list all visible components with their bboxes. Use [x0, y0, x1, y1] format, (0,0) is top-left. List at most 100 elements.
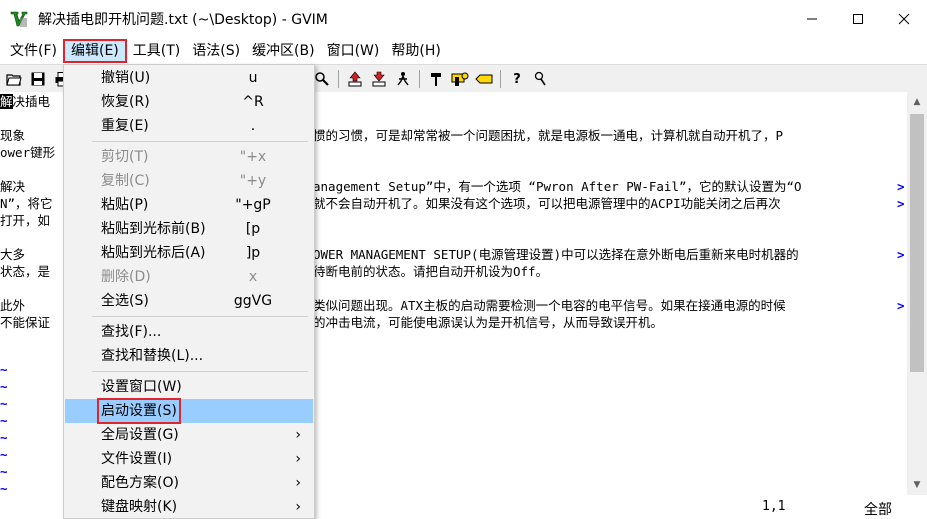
text-line: 不能保证	[0, 314, 50, 331]
menu-help[interactable]: 帮助(H)	[385, 39, 446, 63]
empty-line-tilde: ~	[0, 362, 8, 377]
menu-item-shortcut: ggVG	[233, 293, 273, 309]
line-wrap-marker: >	[897, 298, 905, 313]
line-start-text: 此外	[0, 298, 26, 313]
submenu-arrow-icon: ›	[295, 427, 301, 443]
scroll-thumb[interactable]	[910, 114, 924, 372]
edit-menu-item-20[interactable]: 键盘映射(K) ›	[65, 495, 313, 519]
edit-menu-item-8[interactable]: 粘贴到光标后(A)]p	[65, 241, 313, 265]
line-rest-text: 类似问题出现。ATX主板的启动需要检测一个电容的电平信号。如果在接通电源的时候	[313, 298, 786, 313]
menu-item-shortcut: x	[248, 269, 258, 285]
help-button[interactable]: ?	[507, 69, 527, 89]
empty-line-tilde: ~	[0, 379, 8, 394]
edit-menu-item-2[interactable]: 重复(E).	[65, 114, 313, 138]
window-controls	[789, 0, 927, 38]
menu-item-shortcut: ]p	[245, 245, 261, 261]
menu-item-shortcut: [p	[245, 221, 261, 237]
window-title: 解决插电即开机问题.txt (~\Desktop) - GVIM	[38, 12, 328, 28]
menu-item-label: 撤销(U)	[101, 70, 151, 86]
submenu-arrow-icon: ›	[295, 499, 301, 515]
ctags-icon	[475, 74, 493, 84]
edit-menu-dropdown: 撤销(U) u 恢复(R) ^R 重复(E). 剪切(T) "+x 复制(C) "+y 粘贴(P)…	[63, 64, 315, 519]
text-line: 状态，是	[0, 263, 50, 280]
menu-item-label: 查找(F)...	[101, 324, 162, 340]
menu-item-label: 键盘映射(K)	[101, 499, 178, 515]
toolbar-separator	[338, 70, 339, 88]
menu-buffers[interactable]: 缓冲区(B)	[246, 39, 321, 63]
line-start-text: 决插电	[12, 94, 51, 109]
menu-item-shortcut: "+x	[239, 149, 267, 165]
edit-menu-item-17[interactable]: 全局设置(G) ›	[65, 423, 313, 447]
menu-item-label: 全局设置(G)	[101, 427, 179, 443]
line-start-text: ower键形	[0, 145, 56, 160]
edit-menu-item-7[interactable]: 粘贴到光标前(B) [p	[65, 217, 313, 241]
cursor-position: 1,1	[762, 499, 786, 514]
edit-menu-item-12[interactable]: 查找(F)...	[65, 320, 313, 344]
edit-menu-item-15[interactable]: 设置窗口(W)	[65, 375, 313, 399]
ctags-button[interactable]	[474, 69, 494, 89]
menu-window[interactable]: 窗口(W)	[321, 39, 386, 63]
empty-line-tilde: ~	[0, 430, 8, 445]
menu-item-label: 配色方案(O)	[101, 475, 179, 491]
save-session-icon	[372, 71, 386, 87]
text-line: 打开，如	[0, 212, 50, 229]
load-session-button[interactable]	[345, 69, 365, 89]
empty-line-tilde: ~	[0, 447, 8, 462]
open-button[interactable]	[4, 69, 24, 89]
menu-item-shortcut: u	[248, 70, 258, 86]
title-bar[interactable]: 解决插电即开机问题.txt (~\Desktop) - GVIM	[0, 0, 927, 38]
save-button[interactable]	[28, 69, 48, 89]
toolbar-separator	[500, 70, 501, 88]
menu-separator	[92, 371, 308, 372]
menu-edit[interactable]: 编辑(E)	[62, 39, 127, 63]
text-line: N”，将它	[0, 195, 53, 212]
menu-item-startup-settings[interactable]: 启动设置(S)	[65, 398, 313, 424]
line-wrap-marker: >	[897, 247, 905, 262]
find-help-button[interactable]	[531, 69, 551, 89]
text-line: 此外	[0, 297, 25, 314]
scroll-up-arrow-icon[interactable]: ▲	[907, 92, 927, 112]
run-script-button[interactable]	[393, 69, 413, 89]
close-button[interactable]	[881, 0, 927, 38]
close-icon	[898, 13, 910, 25]
edit-menu-item-10[interactable]: 全选(S) ggVG	[65, 289, 313, 313]
edit-menu-item-6[interactable]: 粘贴(P) "+gP	[65, 193, 313, 217]
menu-item-label: 文件设置(I)	[101, 451, 173, 467]
menu-tools[interactable]: 工具(T)	[127, 39, 186, 63]
line-start-text: 不能保证	[0, 315, 51, 330]
find-button[interactable]	[312, 69, 332, 89]
menu-item-label: 粘贴(P)	[101, 197, 149, 213]
save-session-button[interactable]	[369, 69, 389, 89]
menu-item-label: 设置窗口(W)	[101, 379, 182, 395]
edit-menu-item-18[interactable]: 文件设置(I) ›	[65, 447, 313, 471]
menu-item-label: 启动设置(S)	[97, 398, 181, 424]
text-cursor: 解	[0, 94, 13, 109]
minimize-button[interactable]	[789, 0, 835, 38]
shell-button[interactable]	[450, 69, 470, 89]
submenu-arrow-icon: ›	[295, 475, 301, 491]
make-button[interactable]	[426, 69, 446, 89]
vertical-scrollbar[interactable]: ▲ ▼	[907, 92, 927, 495]
edit-menu-item-19[interactable]: 配色方案(O) ›	[65, 471, 313, 495]
find-help-icon	[534, 71, 546, 86]
edit-menu-item-1[interactable]: 恢复(R) ^R	[65, 90, 313, 114]
edit-menu-item-13[interactable]: 查找和替换(L)...	[65, 344, 313, 368]
make-icon	[431, 73, 441, 86]
find-icon	[315, 72, 329, 86]
menu-bar: 文件(F) 编辑(E) 工具(T) 语法(S) 缓冲区(B) 窗口(W) 帮助(…	[0, 38, 927, 64]
menu-item-label: 重复(E)	[101, 118, 149, 134]
empty-line-tilde: ~	[0, 464, 8, 479]
edit-menu-item-0[interactable]: 撤销(U) u	[65, 66, 313, 90]
maximize-icon	[853, 14, 863, 24]
menu-syntax[interactable]: 语法(S)	[186, 39, 246, 63]
menu-item-shortcut: "+gP	[235, 197, 271, 213]
text-line: ower键形	[0, 144, 55, 161]
run-script-icon	[397, 72, 409, 86]
maximize-button[interactable]	[835, 0, 881, 38]
gvim-app-icon[interactable]	[8, 8, 30, 30]
scroll-down-arrow-icon[interactable]: ▼	[907, 475, 927, 495]
line-wrap-marker: >	[897, 196, 905, 211]
menu-item-shortcut: ^R	[242, 94, 264, 110]
menu-file[interactable]: 文件(F)	[4, 39, 63, 63]
text-line: 现象	[0, 127, 25, 144]
